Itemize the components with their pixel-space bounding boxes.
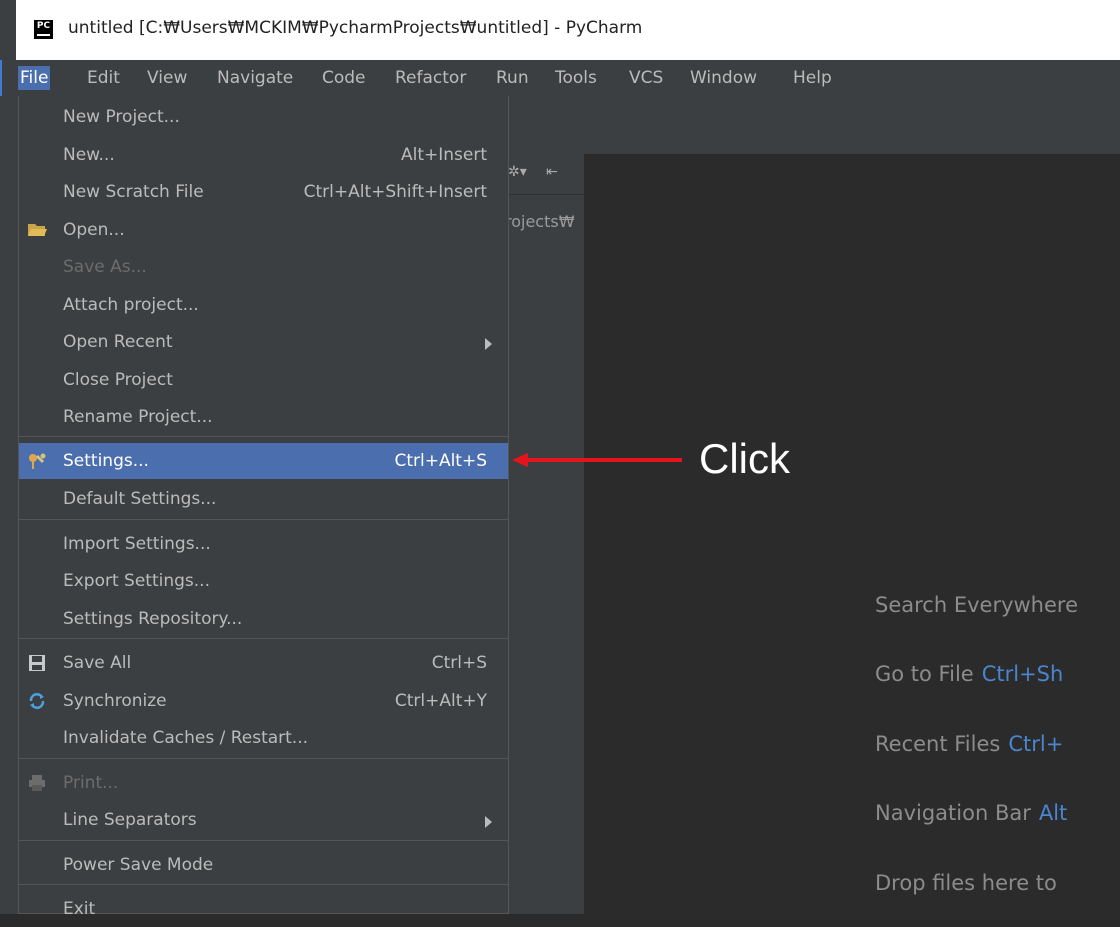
menu-item-exit[interactable]: Exit <box>19 891 508 927</box>
annotation-arrow-icon <box>512 453 682 467</box>
menu-edit[interactable]: Edit <box>85 66 122 90</box>
sync-icon <box>29 693 45 709</box>
menu-item-import-settings[interactable]: Import Settings... <box>19 526 508 562</box>
menu-item-shortcut: Alt+Insert <box>400 145 487 165</box>
menu-item-shortcut: Ctrl+Alt+Shift+Insert <box>303 182 487 202</box>
menu-item-shortcut: Ctrl+Alt+S <box>394 451 487 471</box>
menu-window[interactable]: Window <box>688 66 759 90</box>
pycharm-app-icon: PC <box>34 20 53 39</box>
menu-item-label: New Scratch File <box>63 182 204 202</box>
menu-item-print[interactable]: Print... <box>19 765 508 801</box>
menu-item-label: Default Settings... <box>63 489 217 509</box>
submenu-arrow-icon <box>485 816 492 828</box>
hint-go-to-file: Go to File Ctrl+Sh <box>875 662 1063 686</box>
hint-text: Drop files here to <box>875 871 1057 895</box>
menu-separator <box>19 436 508 437</box>
menu-item-open[interactable]: Open... <box>19 212 508 248</box>
window-title: untitled [C:₩Users₩MCKIM₩PycharmProjects… <box>68 18 643 38</box>
menu-separator <box>19 638 508 639</box>
menu-item-default-settings[interactable]: Default Settings... <box>19 481 508 517</box>
menu-help[interactable]: Help <box>791 66 834 90</box>
menu-file[interactable]: File <box>18 66 51 90</box>
menu-item-settings[interactable]: Settings... Ctrl+Alt+S <box>19 443 508 479</box>
menu-item-label: New Project... <box>63 107 180 127</box>
settings-wrench-icon <box>29 453 46 469</box>
hint-key: Ctrl+Sh <box>981 662 1064 686</box>
menu-item-label: Rename Project... <box>63 407 213 427</box>
menu-item-label: Settings... <box>63 451 149 471</box>
menu-item-synchronize[interactable]: Synchronize Ctrl+Alt+Y <box>19 683 508 719</box>
folder-icon <box>28 224 47 236</box>
menu-item-line-separators[interactable]: Line Separators <box>19 802 508 838</box>
menu-vcs[interactable]: VCS <box>627 66 665 90</box>
menu-item-new[interactable]: New... Alt+Insert <box>19 137 508 173</box>
file-menu-dropdown: New Project... New... Alt+Insert New Scr… <box>18 96 509 919</box>
menu-view[interactable]: View <box>145 66 189 90</box>
menu-item-label: Save As... <box>63 257 147 277</box>
hint-text: Navigation Bar <box>875 801 1031 825</box>
menu-item-new-project[interactable]: New Project... <box>19 99 508 135</box>
menu-item-label: Close Project <box>63 370 173 390</box>
hint-key: Alt <box>1038 801 1068 825</box>
menu-item-settings-repository[interactable]: Settings Repository... <box>19 601 508 637</box>
menu-separator <box>19 758 508 759</box>
project-path-fragment: rojects₩ <box>505 212 575 231</box>
menu-item-export-settings[interactable]: Export Settings... <box>19 563 508 599</box>
menu-code[interactable]: Code <box>320 66 368 90</box>
menu-item-label: Settings Repository... <box>63 609 243 629</box>
hide-panel-icon[interactable]: ⇤ <box>546 164 558 180</box>
menu-item-label: Synchronize <box>63 691 167 711</box>
menu-item-shortcut: Ctrl+S <box>431 653 487 673</box>
menu-item-close-project[interactable]: Close Project <box>19 362 508 398</box>
hint-search-everywhere: Search Everywhere <box>875 593 1086 617</box>
menu-item-label: Exit <box>63 899 96 919</box>
menu-run[interactable]: Run <box>494 66 531 90</box>
hint-key: Ctrl+ <box>1008 732 1064 756</box>
hint-text: Recent Files <box>875 732 1001 756</box>
gear-icon[interactable]: ✲▾ <box>508 164 527 180</box>
menu-item-new-scratch-file[interactable]: New Scratch File Ctrl+Alt+Shift+Insert <box>19 174 508 210</box>
menu-separator <box>19 884 508 885</box>
menu-item-invalidate-caches[interactable]: Invalidate Caches / Restart... <box>19 720 508 756</box>
menu-item-label: Power Save Mode <box>63 855 214 875</box>
menu-navigate[interactable]: Navigate <box>215 66 295 90</box>
menu-item-save-all[interactable]: Save All Ctrl+S <box>19 645 508 681</box>
menu-item-label: Open... <box>63 220 125 240</box>
menu-item-power-save-mode[interactable]: Power Save Mode <box>19 847 508 883</box>
menu-bar: File Edit View Navigate Code Refactor Ru… <box>0 60 1120 96</box>
save-icon <box>29 655 45 671</box>
hint-recent-files: Recent Files Ctrl+ <box>875 732 1063 756</box>
hint-drop-files: Drop files here to <box>875 871 1065 895</box>
menu-item-label: Open Recent <box>63 332 173 352</box>
menu-separator <box>19 840 508 841</box>
menu-item-shortcut: Ctrl+Alt+Y <box>394 691 487 711</box>
submenu-arrow-icon <box>485 338 492 350</box>
editor-area <box>584 154 1120 914</box>
menu-tools[interactable]: Tools <box>553 66 599 90</box>
hint-navigation-bar: Navigation Bar Alt <box>875 801 1067 825</box>
menu-item-label: Invalidate Caches / Restart... <box>63 728 309 748</box>
menu-item-label: Print... <box>63 773 119 793</box>
hint-text: Go to File <box>875 662 974 686</box>
menu-item-open-recent[interactable]: Open Recent <box>19 324 508 360</box>
window-titlebar: PC untitled [C:₩Users₩MCKIM₩PycharmProje… <box>0 0 1120 61</box>
menu-item-label: Save All <box>63 653 132 673</box>
print-icon <box>29 775 45 791</box>
menu-item-label: New... <box>63 145 115 165</box>
menu-refactor[interactable]: Refactor <box>393 66 468 90</box>
menu-item-label: Attach project... <box>63 295 199 315</box>
menu-item-save-as[interactable]: Save As... <box>19 249 508 285</box>
menu-item-label: Import Settings... <box>63 534 211 554</box>
annotation-click-label: Click <box>699 435 790 482</box>
hint-text: Search Everywhere <box>875 593 1078 617</box>
menu-item-attach-project[interactable]: Attach project... <box>19 287 508 323</box>
menu-item-label: Export Settings... <box>63 571 210 591</box>
menu-separator <box>19 519 508 520</box>
menu-item-label: Line Separators <box>63 810 197 830</box>
menu-item-rename-project[interactable]: Rename Project... <box>19 399 508 435</box>
